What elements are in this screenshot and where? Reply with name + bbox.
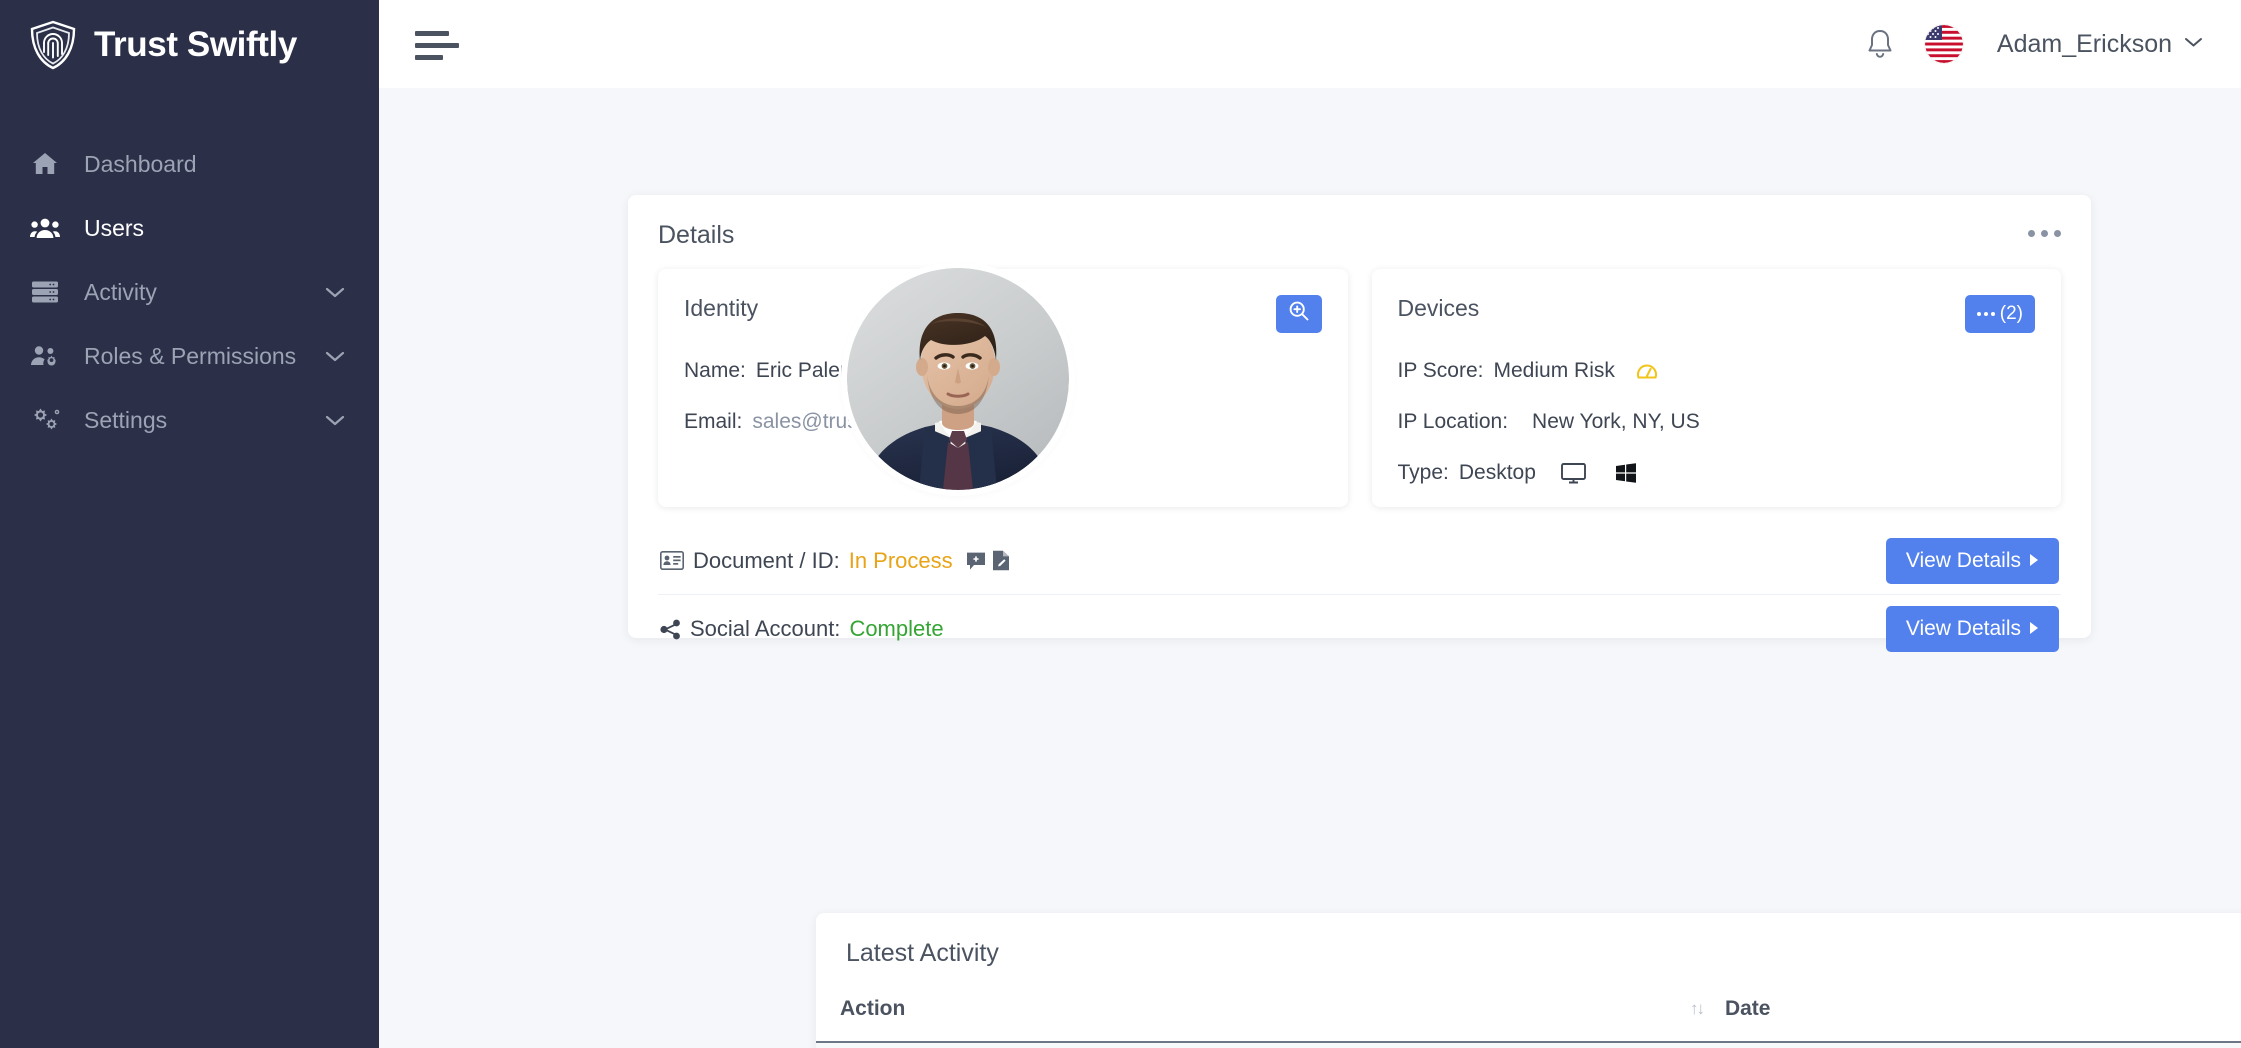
verification-rows: Document / ID: In Process View Details S… [628,507,2091,663]
sidebar-item-label: Activity [84,278,157,305]
latest-activity-title: Latest Activity [846,939,999,967]
identity-title: Identity [684,295,759,321]
id-card-icon [660,551,684,570]
identity-search-button[interactable] [1275,295,1322,333]
desktop-icon [1560,461,1587,485]
view-details-button-social[interactable]: View Details [1885,606,2059,652]
device-type-value: Desktop [1458,461,1536,484]
cell-action: Logged in. - link [816,1042,1725,1048]
sidebar-item-roles-permissions[interactable]: Roles & Permissions [0,324,379,388]
windows-icon [1615,462,1637,484]
file-edit-icon[interactable] [992,550,1010,571]
ip-score-value: Medium Risk [1493,359,1615,382]
sidebar-item-dashboard[interactable]: Dashboard [0,132,379,196]
ellipsis-icon[interactable] [2028,221,2061,237]
users-icon [28,217,62,239]
document-status-badge: In Process [848,547,953,573]
chevron-down-icon[interactable] [325,286,345,299]
devices-count-label: (2) [1999,303,2023,324]
page-title: Details [658,221,735,249]
ip-location-value: New York, NY, US [1532,410,1700,433]
devices-panel-header: Devices (2) [1397,295,2035,343]
ip-location-field: IP Location: New York, NY, US [1398,410,2036,434]
sidebar: Trust Swiftly Dashboard Users Activity R… [0,0,379,1048]
gauge-medium-icon [1635,359,1659,383]
us-flag-icon[interactable] [1924,25,1963,63]
column-label: Action [840,997,906,1020]
document-row-label: Document / ID: In Process [660,548,1010,574]
view-details-label: View Details [1905,548,2021,572]
search-plus-icon [1288,300,1310,328]
topbar-right: Adam_Erickson [1865,25,2203,63]
sidebar-item-label: Settings [84,406,168,433]
devices-title: Devices [1397,295,1480,321]
home-icon [28,152,62,176]
column-header-action[interactable]: Action ↑↓ [816,975,1725,1043]
bell-icon[interactable] [1865,27,1895,61]
view-details-label: View Details [1905,617,2021,640]
sidebar-item-label: Users [84,214,145,241]
details-card-header: Details [628,195,2091,257]
verification-row-social: Social Account: Complete View Details [658,595,2061,663]
sidebar-item-settings[interactable]: Settings [0,388,379,452]
latest-activity-card: Latest Activity Action ↑↓ Date [816,913,2241,1048]
user-profile-photo [847,268,1069,490]
device-type-field: Type: Desktop [1398,461,2036,485]
activity-table-body: Logged in. - link 2021-03-10 at 02:27 PM [816,1042,2241,1048]
table-header-row: Action ↑↓ Date ↑↓ [816,975,2241,1043]
devices-panel-body: IP Score: Medium Risk IP Location: New Y… [1398,343,2036,485]
devices-panel: Devices (2) IP Score: Medium Risk IP Loc… [1371,269,2061,507]
caret-right-icon [2029,617,2039,641]
brand-name: Trust Swiftly [94,25,297,64]
caret-right-icon [2029,549,2039,573]
devices-more-button[interactable]: (2) [1964,295,2035,333]
activity-table-head: Action ↑↓ Date ↑↓ [816,975,2241,1043]
cell-date: 2021-03-10 at 02:27 PM [1724,1042,2241,1048]
sidebar-item-activity[interactable]: Activity [0,260,379,324]
avatar [847,268,1069,490]
identity-name-label: Name: [684,359,746,382]
topbar: Adam_Erickson [379,0,2241,88]
users-cog-icon [28,344,62,368]
app-root: Trust Swiftly Dashboard Users Activity R… [0,0,2241,1048]
document-row-icons [966,550,1010,571]
brand-logo-area[interactable]: Trust Swiftly [0,0,379,72]
latest-activity-header: Latest Activity [816,913,2241,975]
ip-location-label: IP Location: [1397,410,1509,433]
document-label-text: Document / ID: [693,547,840,573]
sort-icon[interactable]: ↑↓ [1690,999,1725,1019]
verification-row-document: Document / ID: In Process View Details [658,527,2061,595]
sidebar-nav: Dashboard Users Activity Roles & Permiss… [0,132,379,452]
activity-table: Action ↑↓ Date ↑↓ [816,975,2241,1048]
comment-plus-icon[interactable] [966,551,986,571]
device-type-label: Type: [1397,461,1449,484]
ellipsis-icon [1976,312,1995,316]
chevron-down-icon[interactable] [325,350,345,363]
column-header-date[interactable]: Date ↑↓ [1724,975,2241,1043]
ip-score-field: IP Score: Medium Risk [1398,359,2036,383]
table-row[interactable]: Logged in. - link 2021-03-10 at 02:27 PM [816,1042,2241,1048]
sidebar-item-users[interactable]: Users [0,196,379,260]
ip-score-label: IP Score: [1397,359,1484,382]
hamburger-icon[interactable] [415,29,461,60]
sidebar-item-label: Roles & Permissions [84,342,297,369]
sidebar-item-label: Dashboard [84,150,197,177]
details-card: Details Identity Name: Eric Palencia Ema… [628,195,2091,652]
social-label-text: Social Account: [690,616,841,641]
chevron-down-icon[interactable] [325,414,345,427]
view-details-button-document[interactable]: View Details [1885,537,2059,584]
chevron-down-icon[interactable] [2184,35,2203,53]
column-label: Date [1724,997,1771,1020]
main-area: Adam_Erickson Details Identity Name: Eri… [379,0,2241,1048]
social-row-label: Social Account: Complete [660,616,944,642]
share-icon [660,619,681,640]
shield-fingerprint-icon [26,18,80,72]
cogs-icon [28,407,62,433]
server-icon [28,280,62,304]
identity-email-label: Email: [684,410,743,433]
user-menu[interactable]: Adam_Erickson [1997,30,2203,59]
user-name-label: Adam_Erickson [1996,29,2172,58]
social-status-badge: Complete [849,616,944,641]
